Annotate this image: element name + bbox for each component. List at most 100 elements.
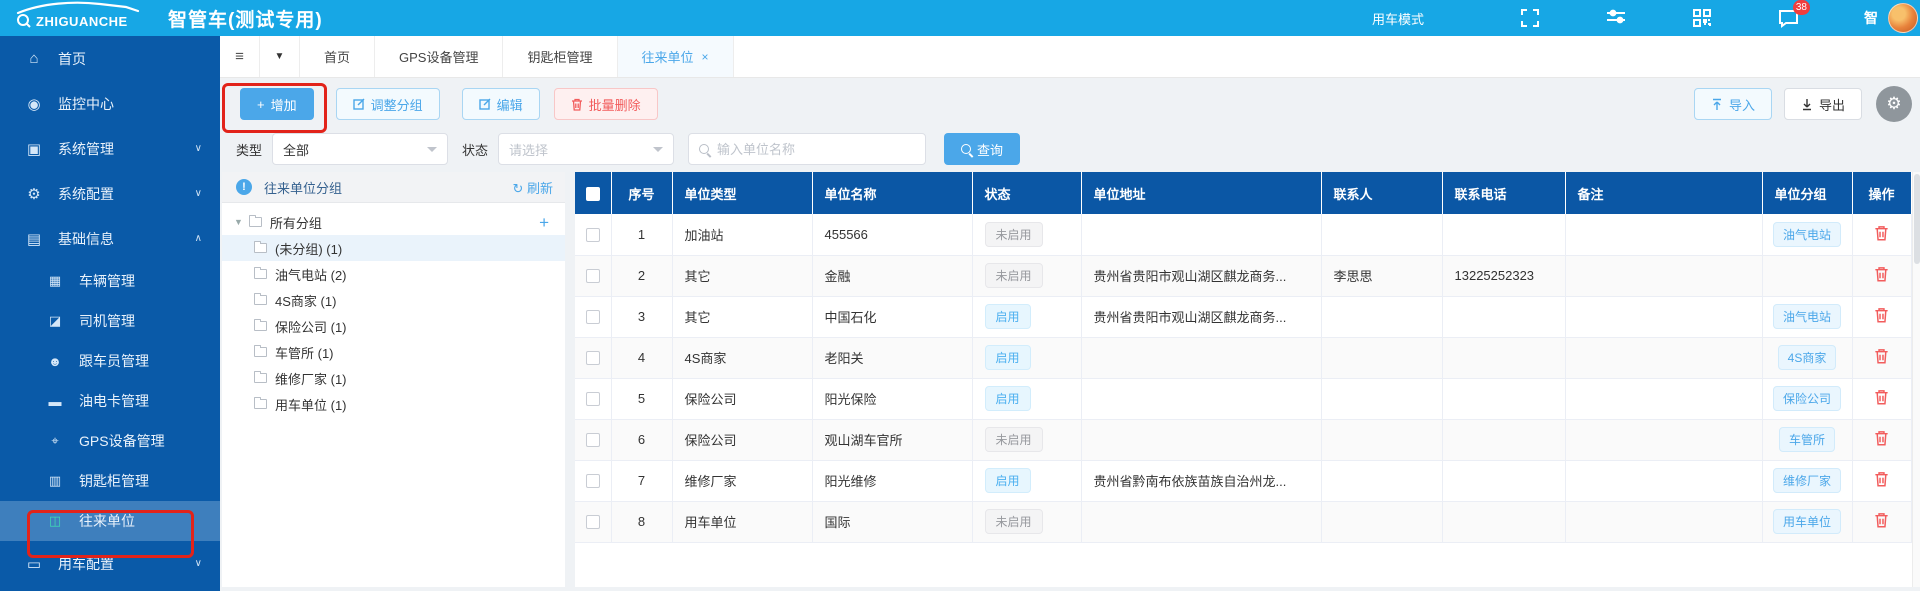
search-input[interactable] bbox=[717, 142, 915, 157]
sidebar-item-monitor-center[interactable]: ◉监控中心 bbox=[0, 81, 220, 126]
cell-unit-type: 保险公司 bbox=[672, 378, 812, 419]
row-checkbox[interactable] bbox=[586, 228, 600, 242]
sidebar-item-crew[interactable]: ☻跟车员管理 bbox=[0, 341, 220, 381]
edit-button[interactable]: 编辑 bbox=[462, 88, 540, 120]
sidebar-item-key-cabinet[interactable]: ▥钥匙柜管理 bbox=[0, 461, 220, 501]
message-icon[interactable]: 38 bbox=[1778, 8, 1798, 28]
status-select[interactable]: 请选择 bbox=[498, 133, 674, 165]
close-tab-icon[interactable]: × bbox=[702, 50, 709, 64]
group-tag[interactable]: 4S商家 bbox=[1778, 345, 1837, 370]
delete-row-icon[interactable] bbox=[1874, 225, 1889, 241]
status-badge: 启用 bbox=[985, 345, 1031, 370]
tree-root-all-groups[interactable]: ▼ 所有分组 + bbox=[222, 209, 565, 235]
scrollbar-thumb[interactable] bbox=[1914, 174, 1920, 264]
cell-contact bbox=[1321, 337, 1442, 378]
group-tag[interactable]: 油气电站 bbox=[1773, 304, 1841, 329]
tree-group-item[interactable]: (未分组) (1) bbox=[222, 235, 565, 261]
magnifier-q-icon bbox=[16, 13, 32, 29]
settings-gear-icon[interactable]: ⚙ bbox=[1876, 86, 1912, 122]
fullscreen-icon[interactable] bbox=[1520, 8, 1540, 28]
table-header-row: 序号单位类型单位名称状态单位地址联系人联系电话备注单位分组操作 bbox=[575, 172, 1911, 214]
download-icon bbox=[1801, 98, 1813, 111]
tree-panel-title: 往来单位分组 bbox=[264, 178, 342, 197]
cell-contact: 李思思 bbox=[1321, 255, 1442, 296]
tab-GPS设备管理[interactable]: GPS设备管理 bbox=[375, 36, 503, 77]
table-row: 5保险公司阳光保险启用保险公司 bbox=[575, 378, 1911, 419]
sidebar-item-system-config[interactable]: ⚙系统配置∨ bbox=[0, 171, 220, 216]
query-button[interactable]: 查询 bbox=[944, 133, 1020, 165]
delete-row-icon[interactable] bbox=[1874, 471, 1889, 487]
adjust-group-button[interactable]: 调整分组 bbox=[336, 88, 440, 120]
tab-往来单位[interactable]: 往来单位× bbox=[618, 36, 734, 77]
sidebar-item-home[interactable]: ⌂首页 bbox=[0, 36, 220, 81]
delete-row-icon[interactable] bbox=[1874, 307, 1889, 323]
tree-group-item[interactable]: 保险公司 (1) bbox=[222, 313, 565, 339]
delete-row-icon[interactable] bbox=[1874, 430, 1889, 446]
tab-钥匙柜管理[interactable]: 钥匙柜管理 bbox=[503, 36, 617, 77]
sidebar-item-driver[interactable]: ◪司机管理 bbox=[0, 301, 220, 341]
cell-unit-name: 老阳关 bbox=[812, 337, 972, 378]
add-group-icon[interactable]: + bbox=[539, 214, 549, 231]
delete-row-icon[interactable] bbox=[1874, 512, 1889, 528]
group-tag[interactable]: 车管所 bbox=[1779, 427, 1835, 452]
monitor-center-icon: ◉ bbox=[24, 95, 44, 113]
user-name-short[interactable]: 智 bbox=[1864, 8, 1878, 28]
row-checkbox[interactable] bbox=[586, 310, 600, 324]
group-tag[interactable]: 油气电站 bbox=[1773, 222, 1841, 247]
table-row: 8用车单位国际未启用用车单位 bbox=[575, 501, 1911, 542]
add-button[interactable]: + 增加 bbox=[240, 88, 314, 120]
sidebar-item-partner-unit[interactable]: ◫往来单位 bbox=[0, 501, 220, 541]
batch-delete-button[interactable]: 批量删除 bbox=[554, 88, 658, 120]
tree-group-item[interactable]: 用车单位 (1) bbox=[222, 391, 565, 417]
delete-row-icon[interactable] bbox=[1874, 266, 1889, 282]
export-button[interactable]: 导出 bbox=[1784, 88, 1862, 120]
cell-no: 2 bbox=[611, 255, 672, 296]
cell-phone bbox=[1442, 419, 1565, 460]
tab-dropdown-icon[interactable]: ▼ bbox=[260, 36, 300, 77]
type-select[interactable]: 全部 bbox=[272, 133, 448, 165]
tree-group-item[interactable]: 油气电站 (2) bbox=[222, 261, 565, 287]
tree-group-item[interactable]: 车管所 (1) bbox=[222, 339, 565, 365]
column-header-单位名称: 单位名称 bbox=[812, 172, 972, 214]
cell-unit-type: 加油站 bbox=[672, 214, 812, 255]
row-checkbox[interactable] bbox=[586, 433, 600, 447]
vertical-scrollbar[interactable] bbox=[1912, 172, 1920, 587]
vehicle-mode-link[interactable]: 用车模式 bbox=[1372, 9, 1424, 28]
cell-remark bbox=[1565, 419, 1762, 460]
row-checkbox[interactable] bbox=[586, 351, 600, 365]
qrcode-icon[interactable] bbox=[1692, 8, 1712, 28]
group-tag[interactable]: 维修厂家 bbox=[1773, 468, 1841, 493]
sidebar-item-gps-device[interactable]: ⌖GPS设备管理 bbox=[0, 421, 220, 461]
delete-row-icon[interactable] bbox=[1874, 348, 1889, 364]
row-checkbox[interactable] bbox=[586, 269, 600, 283]
tree-expand-icon[interactable]: ▼ bbox=[234, 217, 243, 227]
tree-group-item[interactable]: 4S商家 (1) bbox=[222, 287, 565, 313]
group-tag[interactable]: 用车单位 bbox=[1773, 509, 1841, 534]
sidebar-item-vehicle[interactable]: ▦车辆管理 bbox=[0, 261, 220, 301]
select-all-checkbox[interactable] bbox=[586, 187, 600, 201]
collapse-menu-icon[interactable]: ≡ bbox=[220, 36, 260, 77]
sidebar-item-fuel-card[interactable]: ▬油电卡管理 bbox=[0, 381, 220, 421]
sidebar-item-base-info[interactable]: ▤基础信息∧ bbox=[0, 216, 220, 261]
row-checkbox[interactable] bbox=[586, 515, 600, 529]
group-tag[interactable]: 保险公司 bbox=[1773, 386, 1841, 411]
delete-row-icon[interactable] bbox=[1874, 389, 1889, 405]
sliders-icon[interactable] bbox=[1606, 8, 1626, 28]
sidebar-item-car-config[interactable]: ▭用车配置∨ bbox=[0, 541, 220, 586]
sidebar-item-system-manage[interactable]: ▣系统管理∨ bbox=[0, 126, 220, 171]
avatar[interactable] bbox=[1888, 3, 1918, 33]
import-button[interactable]: 导入 bbox=[1694, 88, 1772, 120]
table-row: 2其它金融未启用贵州省贵阳市观山湖区麒龙商务...李思思13225252323 bbox=[575, 255, 1911, 296]
cell-phone bbox=[1442, 337, 1565, 378]
sidebar-item-label: 系统配置 bbox=[58, 184, 114, 204]
cell-remark bbox=[1565, 255, 1762, 296]
row-checkbox[interactable] bbox=[586, 392, 600, 406]
row-checkbox[interactable] bbox=[586, 474, 600, 488]
refresh-link[interactable]: ↻ 刷新 bbox=[512, 178, 553, 197]
type-filter-label: 类型 bbox=[236, 140, 262, 159]
tree-group-item[interactable]: 维修厂家 (1) bbox=[222, 365, 565, 391]
tab-首页[interactable]: 首页 bbox=[300, 36, 375, 77]
plus-icon: + bbox=[257, 97, 265, 112]
cell-address: 贵州省贵阳市观山湖区麒龙商务... bbox=[1081, 255, 1321, 296]
table-row: 44S商家老阳关启用4S商家 bbox=[575, 337, 1911, 378]
